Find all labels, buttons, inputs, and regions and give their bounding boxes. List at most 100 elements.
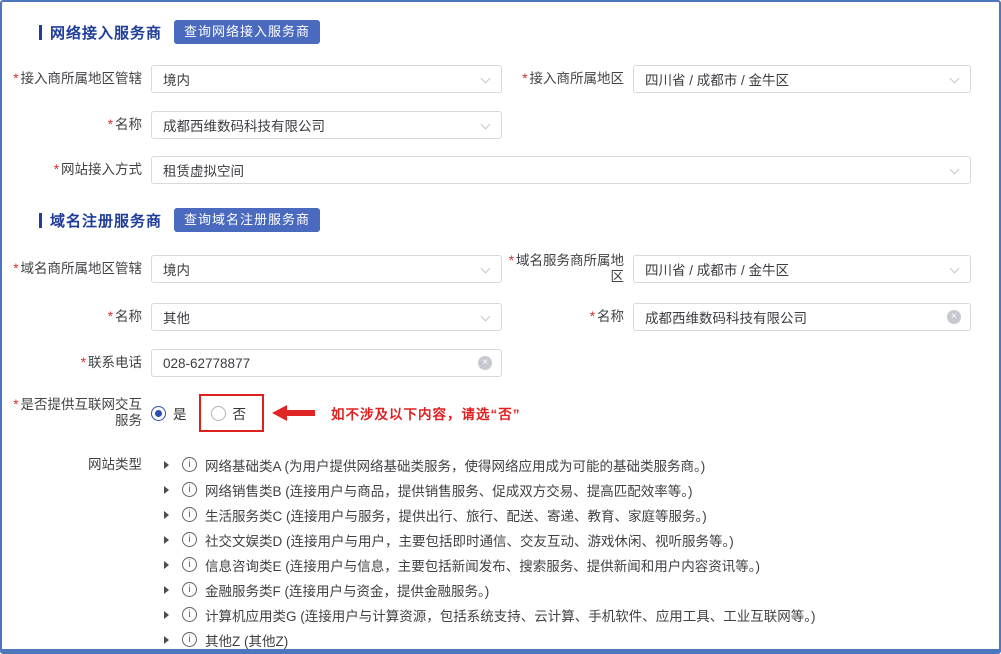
query-domain-registrar-button[interactable]: 查询域名注册服务商: [174, 208, 320, 232]
select-value: 四川省 / 成都市 / 金牛区: [645, 69, 789, 89]
info-icon[interactable]: i: [182, 582, 197, 597]
field-domain-name-select: *名称 其他: [10, 303, 502, 331]
select-value: 成都西维数码科技有限公司: [163, 115, 325, 135]
icp-form-panel: 网络接入服务商 查询网络接入服务商 *接入商所属地区管辖 境内 *接入商所属地区…: [0, 0, 1001, 654]
website-type-item: i 网络基础类A (为用户提供网络基础类服务，使得网络应用成为可能的基础类服务商…: [164, 452, 816, 477]
field-label: *是否提供互联网交互 服务: [10, 397, 151, 429]
domain-region-select[interactable]: 四川省 / 成都市 / 金牛区: [633, 255, 971, 283]
expand-triangle-icon[interactable]: [164, 636, 169, 644]
domain-name-input[interactable]: 成都西维数码科技有限公司 ×: [633, 303, 971, 331]
info-icon[interactable]: i: [182, 557, 197, 572]
website-type-text: 其他Z (其他Z): [205, 630, 288, 650]
select-value: 其他: [163, 307, 190, 327]
input-value: 成都西维数码科技有限公司: [645, 307, 807, 327]
field-access-method: *网站接入方式 租赁虚拟空间: [10, 156, 971, 184]
section-title-access-provider: 网络接入服务商: [50, 22, 162, 43]
website-type-list: i 网络基础类A (为用户提供网络基础类服务，使得网络应用成为可能的基础类服务商…: [151, 452, 816, 652]
info-icon[interactable]: i: [182, 532, 197, 547]
field-domain-region: *域名服务商所属地区 四川省 / 成都市 / 金牛区: [502, 253, 971, 285]
annotation-text: 如不涉及以下内容，请选“否”: [331, 403, 521, 423]
expand-triangle-icon[interactable]: [164, 536, 169, 544]
select-value: 境内: [163, 259, 190, 279]
required-asterisk: *: [13, 397, 18, 412]
radio-option-no[interactable]: 否: [211, 403, 247, 423]
field-label: *名称: [10, 309, 151, 325]
website-type-label: 网站类型: [10, 452, 151, 652]
form-row-phone: *联系电话 028-62778877 ×: [10, 349, 971, 377]
form-row-access-method: *网站接入方式 租赁虚拟空间: [10, 156, 971, 184]
clear-icon[interactable]: ×: [478, 356, 492, 370]
required-asterisk: *: [108, 117, 113, 132]
access-method-select[interactable]: 租赁虚拟空间: [151, 156, 971, 184]
chevron-down-icon: [950, 74, 960, 84]
expand-triangle-icon[interactable]: [164, 611, 169, 619]
expand-triangle-icon[interactable]: [164, 586, 169, 594]
clear-icon[interactable]: ×: [947, 310, 961, 324]
required-asterisk: *: [590, 309, 595, 324]
info-icon[interactable]: i: [182, 632, 197, 647]
chevron-down-icon: [950, 165, 960, 175]
input-value: 028-62778877: [163, 356, 250, 371]
field-domain-jurisdiction: *域名商所属地区管辖 境内: [10, 253, 502, 285]
website-type-text: 计算机应用类G (连接用户与计算资源，包括系统支持、云计算、手机软件、应用工具、…: [205, 605, 816, 625]
section-header-access-provider: 网络接入服务商 查询网络接入服务商: [39, 20, 971, 44]
field-phone: *联系电话 028-62778877 ×: [10, 349, 502, 377]
field-label: *接入商所属地区: [502, 71, 633, 87]
access-name-select[interactable]: 成都西维数码科技有限公司: [151, 111, 502, 139]
website-type-text: 社交文娱类D (连接用户与用户，主要包括即时通信、交友互动、游戏休闲、视听服务等…: [205, 530, 734, 550]
required-asterisk: *: [81, 355, 86, 370]
required-asterisk: *: [509, 253, 514, 268]
form-row-website-type: 网站类型 i 网络基础类A (为用户提供网络基础类服务，使得网络应用成为可能的基…: [10, 452, 971, 652]
website-type-item: i 金融服务类F (连接用户与资金，提供金融服务。): [164, 577, 816, 602]
website-type-item: i 信息咨询类E (连接用户与信息，主要包括新闻发布、搜索服务、提供新闻和用户内…: [164, 552, 816, 577]
info-icon[interactable]: i: [182, 507, 197, 522]
radio-selected-icon[interactable]: [151, 406, 166, 421]
section-header-domain-registrar: 域名注册服务商 查询域名注册服务商: [39, 208, 971, 232]
info-icon[interactable]: i: [182, 607, 197, 622]
field-label: *接入商所属地区管辖: [10, 71, 151, 87]
domain-name-select[interactable]: 其他: [151, 303, 502, 331]
website-type-item: i 其他Z (其他Z): [164, 627, 816, 652]
form-row-access-name: *名称 成都西维数码科技有限公司: [10, 111, 971, 139]
info-icon[interactable]: i: [182, 457, 197, 472]
website-type-item: i 网络销售类B (连接用户与商品，提供销售服务、促成双方交易、提高匹配效率等。…: [164, 477, 816, 502]
chevron-down-icon: [481, 74, 491, 84]
required-asterisk: *: [522, 71, 527, 86]
field-access-region: *接入商所属地区 四川省 / 成都市 / 金牛区: [502, 65, 971, 93]
chevron-down-icon: [481, 264, 491, 274]
field-access-jurisdiction: *接入商所属地区管辖 境内: [10, 65, 502, 93]
required-asterisk: *: [13, 71, 18, 86]
required-asterisk: *: [13, 261, 18, 276]
expand-triangle-icon[interactable]: [164, 511, 169, 519]
website-type-item: i 生活服务类C (连接用户与服务，提供出行、旅行、配送、寄递、教育、家庭等服务…: [164, 502, 816, 527]
field-label: *网站接入方式: [10, 162, 151, 178]
section-accent-bar: [39, 25, 42, 40]
domain-jurisdiction-select[interactable]: 境内: [151, 255, 502, 283]
required-asterisk: *: [108, 309, 113, 324]
access-jurisdiction-select[interactable]: 境内: [151, 65, 502, 93]
field-access-name: *名称 成都西维数码科技有限公司: [10, 111, 502, 139]
form-row-domain-name: *名称 其他 *名称 成都西维数码科技有限公司 ×: [10, 303, 971, 331]
chevron-down-icon: [950, 264, 960, 274]
query-access-provider-button[interactable]: 查询网络接入服务商: [174, 20, 320, 44]
phone-input[interactable]: 028-62778877 ×: [151, 349, 502, 377]
radio-unselected-icon[interactable]: [211, 406, 226, 421]
radio-label: 是: [173, 403, 187, 423]
field-label: *域名服务商所属地区: [502, 253, 633, 285]
expand-triangle-icon[interactable]: [164, 486, 169, 494]
chevron-down-icon: [481, 312, 491, 322]
info-icon[interactable]: i: [182, 482, 197, 497]
radio-option-yes[interactable]: 是: [151, 403, 187, 423]
access-region-select[interactable]: 四川省 / 成都市 / 金牛区: [633, 65, 971, 93]
form-row-domain-region: *域名商所属地区管辖 境内 *域名服务商所属地区 四川省 / 成都市 / 金牛区: [10, 253, 971, 285]
expand-triangle-icon[interactable]: [164, 561, 169, 569]
chevron-down-icon: [481, 120, 491, 130]
website-type-text: 网络基础类A (为用户提供网络基础类服务，使得网络应用成为可能的基础类服务商。): [205, 455, 705, 475]
website-type-text: 金融服务类F (连接用户与资金，提供金融服务。): [205, 580, 489, 600]
field-label: *联系电话: [10, 355, 151, 371]
section-title-domain-registrar: 域名注册服务商: [50, 210, 162, 231]
expand-triangle-icon[interactable]: [164, 461, 169, 469]
website-type-text: 网络销售类B (连接用户与商品，提供销售服务、促成双方交易、提高匹配效率等。): [205, 480, 693, 500]
select-value: 四川省 / 成都市 / 金牛区: [645, 259, 789, 279]
field-label: *域名商所属地区管辖: [10, 261, 151, 277]
